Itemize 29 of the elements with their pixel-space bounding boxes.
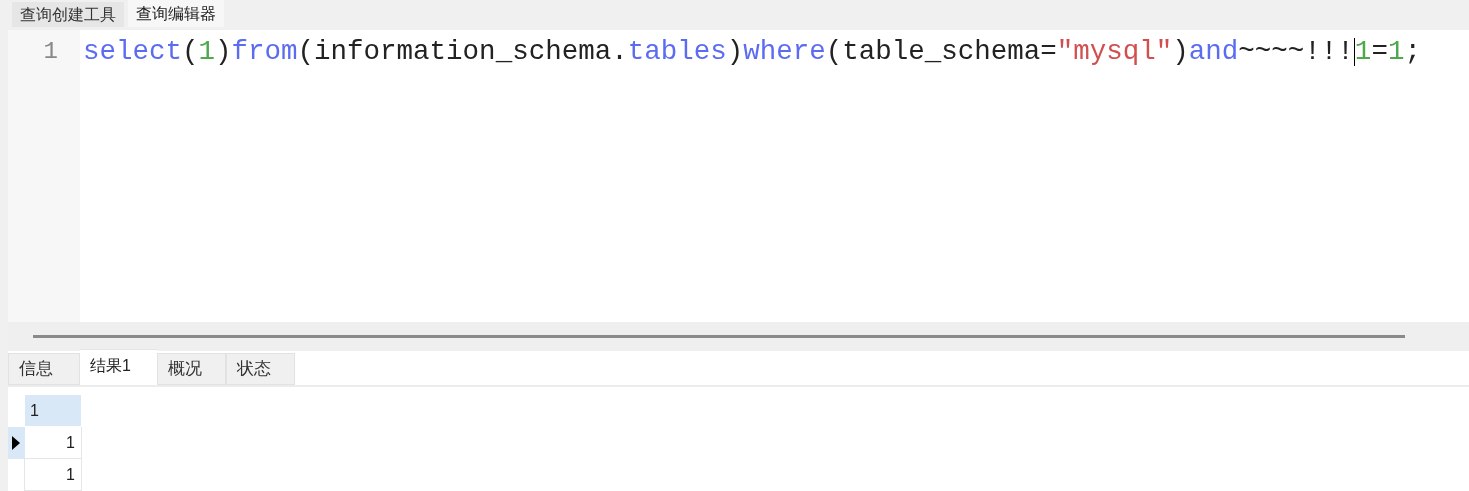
result-tab[interactable]: 概况: [157, 353, 226, 385]
sql-string: "mysql": [1056, 35, 1173, 70]
text-cursor: [1353, 38, 1355, 66]
sql-keyword: from: [231, 35, 298, 70]
sql-keyword: tables: [627, 35, 727, 70]
column-header[interactable]: 1: [25, 395, 82, 427]
sql-keyword: where: [743, 35, 826, 70]
sql-text: ): [1172, 35, 1189, 70]
sql-text: ~~~~!!!: [1238, 35, 1354, 70]
sql-number: 1: [1354, 35, 1372, 70]
sql-number: 1: [198, 35, 216, 70]
table-cell: 1: [25, 427, 82, 459]
sql-text: ): [726, 35, 744, 70]
sql-keyword: select: [83, 35, 183, 70]
table-cell: 1: [25, 459, 82, 491]
sql-text: ): [215, 35, 232, 70]
sql-text: =: [1371, 35, 1388, 70]
result-tab[interactable]: 信息: [8, 353, 80, 385]
row-pointer-icon: [12, 436, 20, 450]
sql-text: (: [182, 35, 199, 70]
editor-tab[interactable]: 查询编辑器: [128, 0, 224, 27]
sql-text: ;: [1404, 35, 1421, 70]
sql-text: (information_schema.: [297, 35, 628, 70]
result-tab[interactable]: 状态: [226, 353, 295, 385]
sql-number: 1: [1387, 35, 1405, 70]
sql-text: (table_schema=: [825, 35, 1057, 70]
sql-keyword: and: [1188, 35, 1239, 70]
line-number: 1: [42, 37, 59, 67]
editor-tab[interactable]: 查询创建工具: [12, 2, 124, 27]
